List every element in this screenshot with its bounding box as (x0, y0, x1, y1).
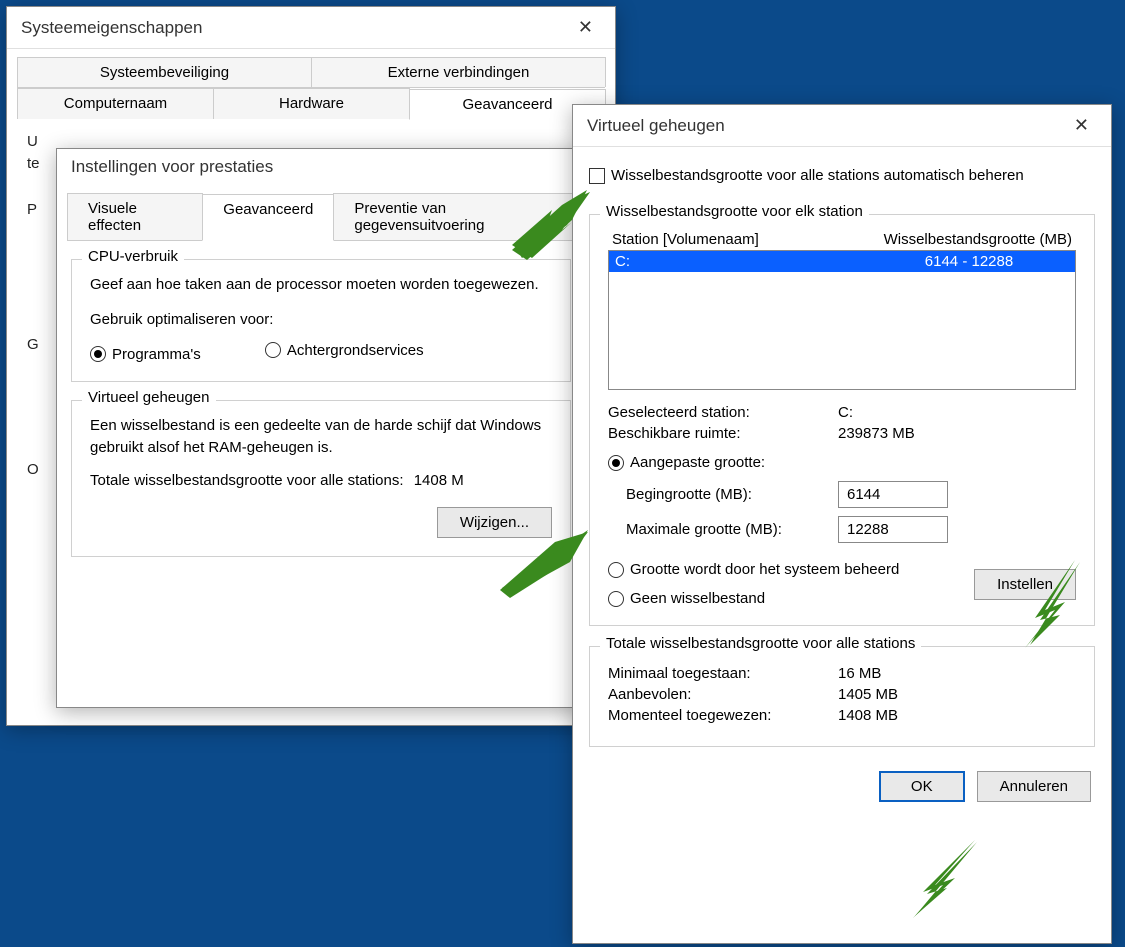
virtual-memory-window: Virtueel geheugen ✕ Wisselbestandsgroott… (572, 104, 1112, 944)
list-item[interactable]: C: 6144 - 12288 (609, 251, 1075, 272)
radio-label: Programma's (112, 346, 201, 363)
change-button[interactable]: Wijzigen... (437, 507, 552, 538)
window-title: Virtueel geheugen (587, 116, 725, 136)
rec-value: 1405 MB (838, 686, 1076, 703)
drive-listbox[interactable]: C: 6144 - 12288 (608, 250, 1076, 390)
tab-hardware[interactable]: Hardware (213, 88, 410, 119)
window-title: Instellingen voor prestaties (71, 157, 273, 177)
col-drive: Station [Volumenaam] (612, 231, 872, 248)
col-size: Wisselbestandsgrootte (MB) (872, 231, 1072, 248)
cur-label: Momenteel toegewezen: (608, 707, 838, 724)
list-header: Station [Volumenaam] Wisselbestandsgroot… (608, 229, 1076, 250)
tabs: Visuele effecten Geavanceerd Preventie v… (57, 185, 585, 241)
radio-label: Achtergrondservices (287, 342, 424, 359)
min-label: Minimaal toegestaan: (608, 665, 838, 682)
vm-total-value: 1408 M (414, 472, 464, 489)
totals-title: Totale wisselbestandsgrootte voor alle s… (600, 635, 921, 652)
cpu-group-title: CPU-verbruik (82, 248, 184, 265)
body-line2: te (27, 155, 40, 172)
cpu-group: CPU-verbruik Geef aan hoe taken aan de p… (71, 259, 571, 382)
auto-manage-checkbox[interactable]: Wisselbestandsgrootte voor alle stations… (589, 167, 1024, 184)
per-station-group: Wisselbestandsgrootte voor elk station S… (589, 214, 1095, 626)
content: Wisselbestandsgrootte voor alle stations… (573, 147, 1111, 757)
titlebar: Instellingen voor prestaties (57, 149, 585, 185)
titlebar: Systeemeigenschappen ✕ (7, 7, 615, 49)
performance-settings-window: Instellingen voor prestaties Visuele eff… (56, 148, 586, 708)
checkbox-icon (589, 168, 605, 184)
radio-achtergrondservices[interactable]: Achtergrondservices (265, 342, 424, 359)
radio-icon (90, 346, 106, 362)
window-title: Systeemeigenschappen (21, 18, 202, 38)
cancel-button[interactable]: Annuleren (977, 771, 1091, 802)
radio-no-pagefile[interactable]: Geen wisselbestand (608, 590, 974, 607)
tab-visuele-effecten[interactable]: Visuele effecten (67, 193, 203, 240)
rec-label: Aanbevolen: (608, 686, 838, 703)
max-size-label: Maximale grootte (MB): (626, 521, 838, 538)
vm-group-title: Virtueel geheugen (82, 389, 216, 406)
radio-label: Aangepaste grootte: (630, 454, 765, 471)
available-label: Beschikbare ruimte: (608, 425, 838, 442)
dialog-footer: OK Annuleren (573, 757, 1111, 820)
close-icon[interactable]: ✕ (570, 15, 601, 40)
selected-station-value: C: (838, 404, 1076, 421)
tab-computernaam[interactable]: Computernaam (17, 88, 214, 119)
checkbox-label: Wisselbestandsgrootte voor alle stations… (611, 167, 1024, 184)
ok-button[interactable]: OK (879, 771, 965, 802)
body-line1: U (27, 133, 38, 150)
vm-desc: Een wisselbestand is een gedeelte van de… (90, 415, 552, 460)
radio-system-managed[interactable]: Grootte wordt door het systeem beheerd (608, 561, 974, 578)
tab-dep[interactable]: Preventie van gegevensuitvoering (333, 193, 576, 240)
radio-icon (265, 342, 281, 358)
radio-icon (608, 591, 624, 607)
totals-group: Totale wisselbestandsgrootte voor alle s… (589, 646, 1095, 747)
titlebar: Virtueel geheugen ✕ (573, 105, 1111, 147)
selected-station-label: Geselecteerd station: (608, 404, 838, 421)
available-value: 239873 MB (838, 425, 1076, 442)
set-button[interactable]: Instellen (974, 569, 1076, 600)
tab-geavanceerd[interactable]: Geavanceerd (202, 194, 334, 241)
radio-label: Grootte wordt door het systeem beheerd (630, 561, 899, 578)
vm-total-label: Totale wisselbestandsgrootte voor alle s… (90, 472, 404, 489)
max-size-input[interactable] (838, 516, 948, 543)
initial-size-input[interactable] (838, 481, 948, 508)
tab-systeembeveiliging[interactable]: Systeembeveiliging (17, 57, 312, 87)
cur-value: 1408 MB (838, 707, 1076, 724)
tabs: Systeembeveiliging Externe verbindingen … (7, 49, 615, 119)
radio-icon (608, 562, 624, 578)
drive-size: 6144 - 12288 (869, 253, 1069, 270)
per-station-title: Wisselbestandsgrootte voor elk station (600, 203, 869, 220)
radio-icon (608, 455, 624, 471)
tab-externe-verbindingen[interactable]: Externe verbindingen (311, 57, 606, 87)
min-value: 16 MB (838, 665, 1076, 682)
radio-programmas[interactable]: Programma's (90, 346, 201, 363)
close-icon[interactable]: ✕ (1066, 113, 1097, 138)
vm-group: Virtueel geheugen Een wisselbestand is e… (71, 400, 571, 557)
cpu-optimize-label: Gebruik optimaliseren voor: (90, 311, 552, 328)
cpu-desc: Geef aan hoe taken aan de processor moet… (90, 274, 552, 297)
drive-name: C: (615, 253, 869, 270)
radio-label: Geen wisselbestand (630, 590, 765, 607)
radio-custom-size[interactable]: Aangepaste grootte: (608, 454, 765, 471)
initial-size-label: Begingrootte (MB): (626, 486, 838, 503)
